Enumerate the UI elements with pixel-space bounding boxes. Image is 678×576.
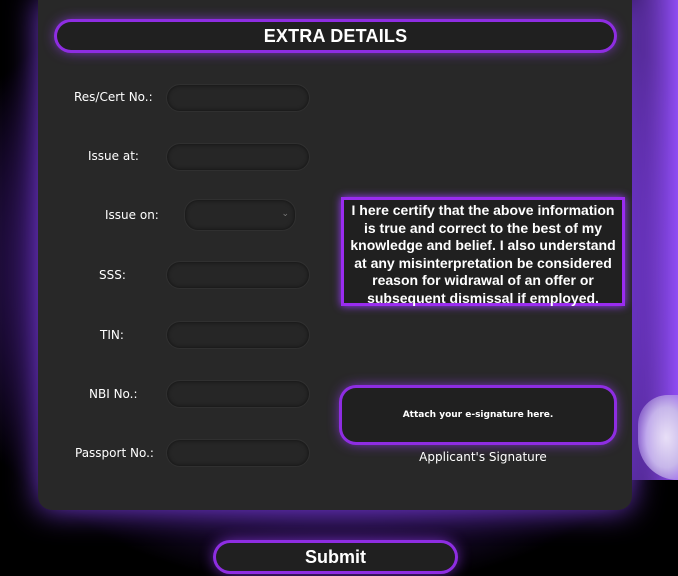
issue-on-select[interactable]: ⌄ <box>184 199 296 231</box>
res-cert-input[interactable] <box>166 84 310 112</box>
sss-label: SSS: <box>99 268 126 282</box>
issue-at-input[interactable] <box>166 143 310 171</box>
certification-statement: I here certify that the above informatio… <box>341 197 625 306</box>
issue-at-label: Issue at: <box>88 149 139 163</box>
passport-input[interactable] <box>166 439 310 467</box>
passport-label: Passport No.: <box>75 446 154 460</box>
signature-prompt: Attach your e-signature here. <box>402 410 554 420</box>
signature-upload-area[interactable]: Attach your e-signature here. <box>342 388 614 442</box>
res-cert-label: Res/Cert No.: <box>74 90 153 104</box>
section-title: EXTRA DETAILS <box>263 25 408 46</box>
section-header: EXTRA DETAILS <box>57 22 614 50</box>
nbi-label: NBI No.: <box>89 387 138 401</box>
submit-button[interactable]: Submit <box>216 543 455 571</box>
tin-label: TIN: <box>100 328 124 342</box>
chevron-down-icon: ⌄ <box>281 208 289 218</box>
nbi-input[interactable] <box>166 380 310 408</box>
tin-input[interactable] <box>166 321 310 349</box>
signature-caption: Applicant's Signature <box>419 450 547 464</box>
sss-input[interactable] <box>166 261 310 289</box>
issue-on-label: Issue on: <box>105 208 159 222</box>
